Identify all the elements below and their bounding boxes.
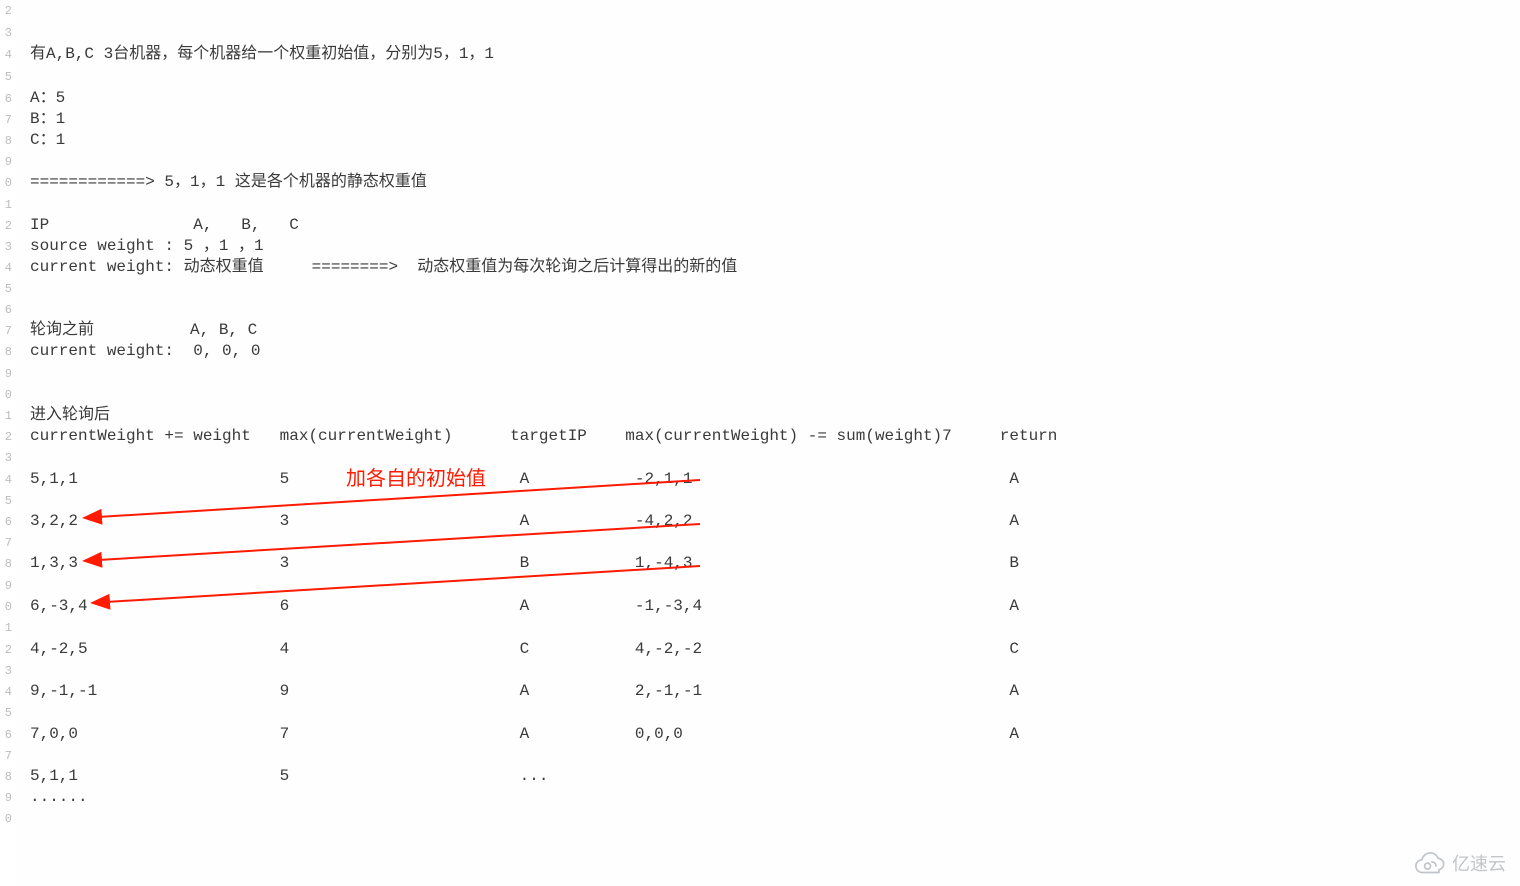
line-number: 4 (0, 472, 12, 488)
line-number: 0 (0, 387, 12, 403)
line-number: 2 (0, 218, 12, 234)
line-number: 8 (0, 769, 12, 785)
line-number: 4 (0, 684, 12, 700)
line-number: 7 (0, 748, 12, 764)
text-line: C：1 (30, 130, 65, 152)
line-number: 1 (0, 197, 12, 213)
line-number: 3 (0, 25, 12, 41)
table-row: 4,-2,5 4 C 4,-2,-2 C (30, 639, 1019, 661)
line-number: 0 (0, 175, 12, 191)
line-number: 9 (0, 154, 12, 170)
table-row: 1,3,3 3 B 1,-4,3 B (30, 553, 1019, 575)
line-number: 2 (0, 642, 12, 658)
table-row: 5,1,1 5 ... (30, 766, 548, 788)
line-number: 6 (0, 91, 12, 107)
text-line: ============> 5，1，1 这是各个机器的静态权重值 (30, 172, 427, 194)
annotation-text: 加各自的初始值 (346, 466, 486, 493)
text-line: 进入轮询后 (30, 405, 110, 427)
line-number: 8 (0, 556, 12, 572)
table-row: 7,0,0 7 A 0,0,0 A (30, 724, 1019, 746)
watermark: 亿速云 (1412, 852, 1506, 876)
text-line: ...... (30, 787, 88, 809)
line-number: 6 (0, 514, 12, 530)
watermark-text: 亿速云 (1452, 852, 1506, 876)
text-line: IP A, B, C (30, 215, 299, 237)
line-number: 9 (0, 366, 12, 382)
line-number: 4 (0, 47, 12, 63)
line-number: 3 (0, 450, 12, 466)
text-line: A：5 (30, 88, 65, 110)
line-number: 3 (0, 239, 12, 255)
line-number: 5 (0, 493, 12, 509)
line-number: 2 (0, 429, 12, 445)
line-number: 0 (0, 811, 12, 827)
text-line: 有A,B,C 3台机器，每个机器给一个权重初始值，分别为5，1，1 (30, 44, 494, 66)
line-number: 4 (0, 260, 12, 276)
table-row: 5,1,1 5 A -2,1,1 A (30, 469, 1019, 491)
line-number: 8 (0, 344, 12, 360)
line-number: 6 (0, 727, 12, 743)
line-number: 9 (0, 790, 12, 806)
cloud-icon (1412, 852, 1446, 876)
line-number: 1 (0, 620, 12, 636)
line-number: 1 (0, 408, 12, 424)
line-number: 0 (0, 599, 12, 615)
table-header-line: currentWeight += weight max(currentWeigh… (30, 426, 1057, 448)
line-number: 5 (0, 281, 12, 297)
text-line: source weight : 5 ，1 ，1 (30, 236, 264, 258)
line-number: 5 (0, 705, 12, 721)
line-number: 7 (0, 323, 12, 339)
line-number: 5 (0, 69, 12, 85)
table-row: 3,2,2 3 A -4,2,2 A (30, 511, 1019, 533)
table-row: 9,-1,-1 9 A 2,-1,-1 A (30, 681, 1019, 703)
line-number: 3 (0, 663, 12, 679)
line-number: 7 (0, 535, 12, 551)
table-row: 6,-3,4 6 A -1,-3,4 A (30, 596, 1019, 618)
line-number: 9 (0, 578, 12, 594)
line-number: 2 (0, 3, 12, 19)
text-line: 轮询之前 A, B, C (30, 320, 257, 342)
text-line: current weight: 动态权重值 ========> 动态权重值为每次… (30, 257, 737, 279)
text-line: current weight: 0, 0, 0 (30, 341, 260, 363)
text-line: B：1 (30, 109, 65, 131)
line-number-gutter: 2 3 4 5 6 7 8 9 0 1 2 3 4 5 6 7 8 9 0 1 2 3 4 5 6 7 8 9 0 1 2 3 4 5 6 7 8 9 0 (0, 0, 16, 886)
line-number: 6 (0, 302, 12, 318)
line-number: 8 (0, 133, 12, 149)
line-number: 7 (0, 112, 12, 128)
